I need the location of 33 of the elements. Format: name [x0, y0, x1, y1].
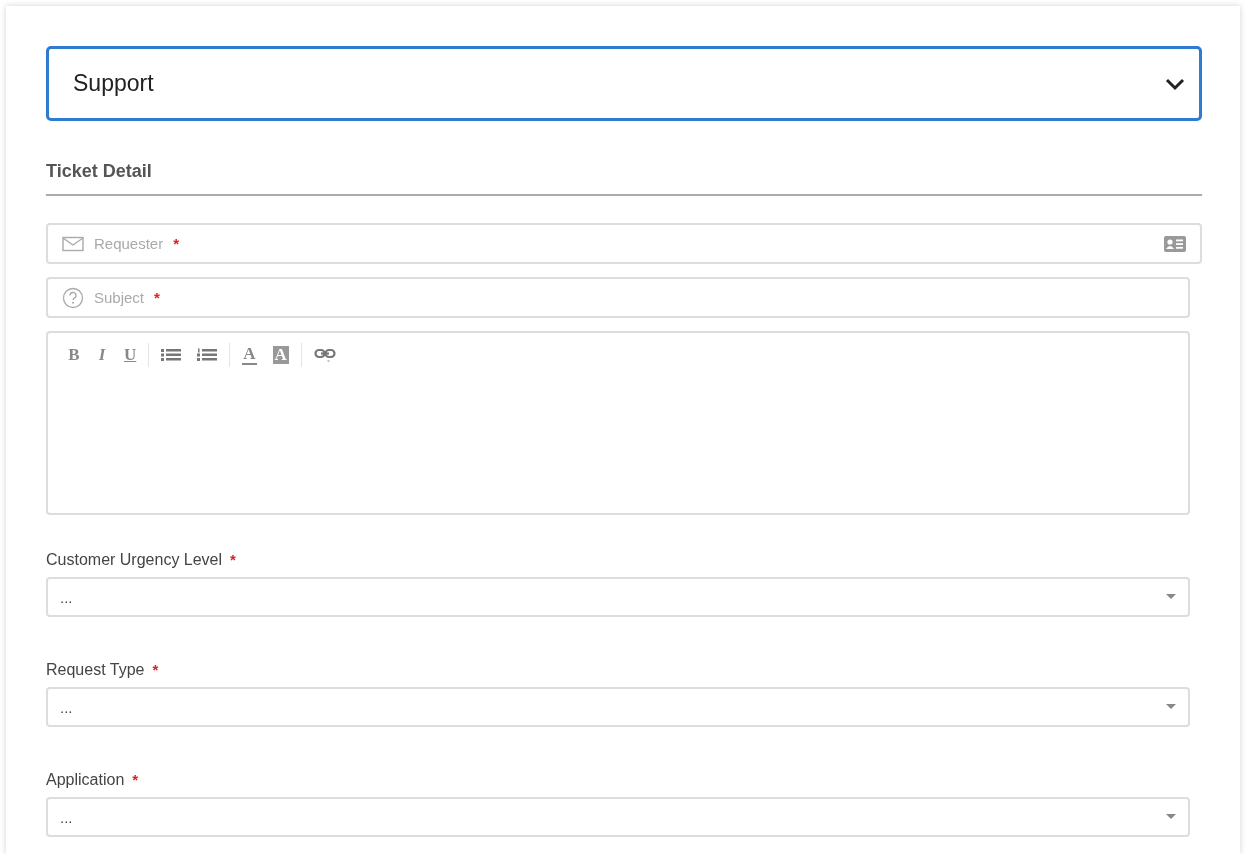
caret-down-icon	[1166, 704, 1176, 710]
field-placeholder: Subject	[94, 289, 145, 306]
caret-down-icon	[1166, 814, 1176, 820]
field-label: Customer Urgency Level	[46, 551, 223, 569]
chain-link-icon	[313, 347, 336, 363]
dropdown-select[interactable]: ...	[46, 687, 1190, 727]
field-placeholder: Requester	[94, 235, 164, 252]
list-icon	[161, 348, 182, 362]
text-color-button[interactable]: A	[236, 343, 263, 367]
rich-text-editor[interactable]: B I U A A	[46, 331, 1190, 515]
envelope-icon	[62, 235, 84, 252]
contact-card-icon	[1164, 235, 1186, 252]
question-icon	[62, 286, 84, 309]
bold-button[interactable]: B	[62, 343, 86, 367]
required-mark: *	[230, 551, 236, 568]
underline-button[interactable]: U	[118, 343, 143, 367]
field-label: Request Type	[46, 661, 145, 679]
text-field[interactable]: Subject *	[46, 277, 1190, 318]
required-mark: *	[173, 235, 180, 252]
form-type-select[interactable]: Support	[46, 46, 1202, 121]
italic-button[interactable]: I	[90, 343, 114, 367]
dropdown-select[interactable]: ...	[46, 797, 1190, 837]
required-mark: *	[132, 771, 139, 788]
chevron-down-icon	[1165, 76, 1185, 91]
required-mark: *	[154, 289, 160, 306]
list-icon	[197, 348, 218, 362]
dropdown-select[interactable]: ...	[46, 577, 1190, 617]
background-color-button[interactable]: A	[266, 343, 295, 367]
caret-down-icon	[1166, 594, 1176, 600]
section-title: Ticket Detail	[46, 161, 1202, 196]
required-mark: *	[152, 661, 159, 678]
text-field[interactable]: Requester *	[46, 223, 1202, 264]
field-label: Application	[46, 771, 125, 789]
